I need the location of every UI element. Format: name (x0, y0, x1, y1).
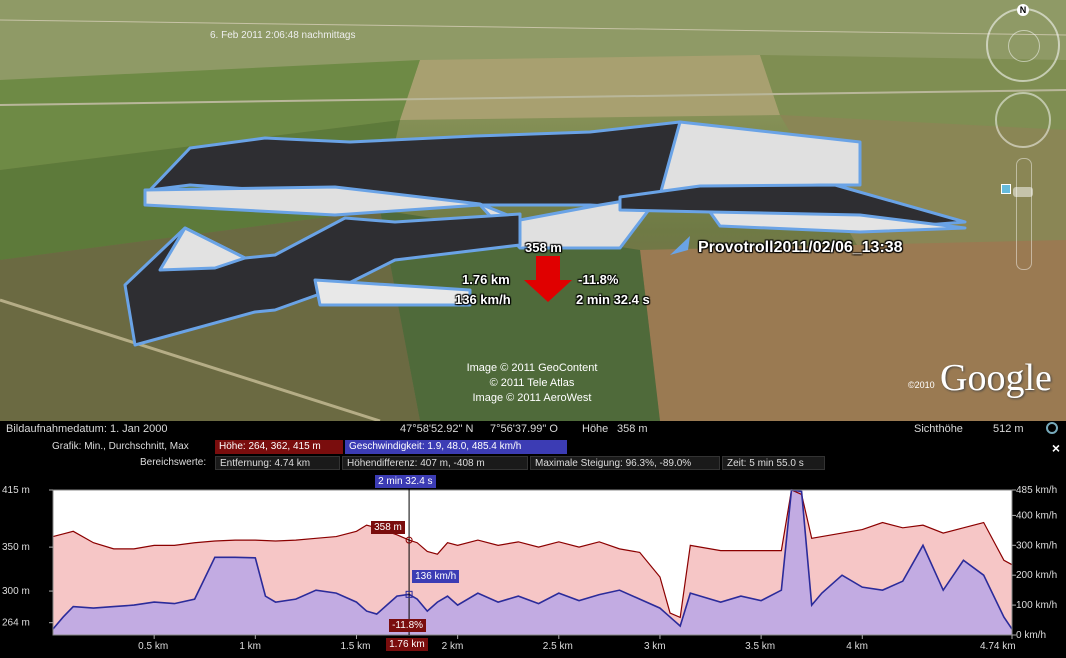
x-tick-label: 2.5 km (543, 641, 573, 652)
profile-chart[interactable]: 415 m 350 m 300 m 264 m 485 km/h 400 km/h 300 … (0, 438, 1066, 658)
callout-speed: 136 km/h (455, 292, 511, 307)
y-right-tick-label: 300 km/h (1016, 540, 1057, 551)
timestamp: 6. Feb 2011 2:06:48 nachmittags (210, 30, 356, 41)
imagery-date: Bildaufnahmedatum: 1. Jan 2000 (6, 423, 168, 435)
x-tick-label: 4 km (846, 641, 868, 652)
track-pointer-icon (670, 236, 690, 255)
x-tick-label: 3.5 km (745, 641, 775, 652)
y-left-tick-label: 264 m (2, 618, 30, 629)
eye-alt-value: 512 m (993, 423, 1024, 435)
track-label[interactable]: Provotroll2011/02/06_13:38 (698, 239, 903, 257)
y-right-tick-label: 100 km/h (1016, 600, 1057, 611)
credit-line: Image © 2011 AeroWest (472, 392, 592, 404)
cursor-time-label: 2 min 32.4 s (375, 475, 436, 488)
cursor-speed-label: 136 km/h (412, 570, 460, 584)
zoom-slider-handle[interactable] (1013, 187, 1033, 197)
callout-time: 2 min 32.4 s (576, 292, 650, 307)
callout-altitude: 358 m (525, 240, 562, 255)
y-right-tick-label: 0 km/h (1016, 630, 1046, 641)
x-tick-label: 1.5 km (340, 641, 370, 652)
loading-indicator-icon (1046, 422, 1058, 434)
elevation-label: Höhe (582, 423, 609, 435)
credit-line: Image © 2011 GeoContent (466, 362, 598, 374)
latitude: 47°58'52.92" N (400, 423, 474, 435)
y-right-tick-label: 400 km/h (1016, 510, 1057, 521)
y-right-tick-label: 200 km/h (1016, 570, 1057, 581)
compass-control[interactable]: N (986, 4, 1060, 82)
x-tick-label: 3 km (644, 641, 666, 652)
elevation-value: 358 m (617, 423, 648, 435)
y-left-tick-label: 300 m (2, 586, 30, 597)
map-view[interactable]: 6. Feb 2011 2:06:48 nachmittags N 358 m … (0, 0, 1066, 421)
layer-toggle-icon[interactable] (1001, 184, 1011, 194)
look-joystick[interactable] (1008, 30, 1040, 62)
imagery-credits: Image © 2011 GeoContent © 2011 Tele Atla… (457, 361, 607, 406)
cursor-slope-label: -11.8% (389, 619, 427, 632)
compass-north-label: N (1017, 4, 1029, 16)
y-left-tick-label: 350 m (2, 542, 30, 553)
logo-year: ©2010 (908, 380, 935, 390)
elevation-profile-panel: × Grafik: Min., Durchschnitt, Max Höhe: … (0, 438, 1066, 658)
longitude: 7°56'37.99" O (490, 423, 558, 435)
x-tick-label: 1 km (239, 641, 261, 652)
x-tick-label: 0.5 km (138, 641, 168, 652)
cursor-distance-label: 1.76 km (386, 638, 428, 651)
zoom-slider[interactable] (1013, 158, 1033, 270)
google-logo: Google (940, 357, 1052, 399)
x-tick-label: 4.74 km (980, 641, 1016, 652)
position-arrow-icon (524, 256, 572, 302)
cursor-elevation-label: 358 m (371, 521, 405, 535)
credit-line: © 2011 Tele Atlas (489, 377, 575, 389)
y-right-tick-label: 485 km/h (1016, 485, 1057, 496)
x-tick-label: 2 km (442, 641, 464, 652)
callout-slope: -11.8% (578, 272, 619, 287)
eye-alt-label: Sichthöhe (914, 423, 963, 435)
callout-distance: 1.76 km (462, 272, 510, 287)
y-left-tick-label: 415 m (2, 485, 30, 496)
status-bar: Bildaufnahmedatum: 1. Jan 2000 47°58'52.… (0, 421, 1066, 438)
move-control[interactable] (995, 92, 1051, 148)
track-curtain (123, 120, 967, 347)
